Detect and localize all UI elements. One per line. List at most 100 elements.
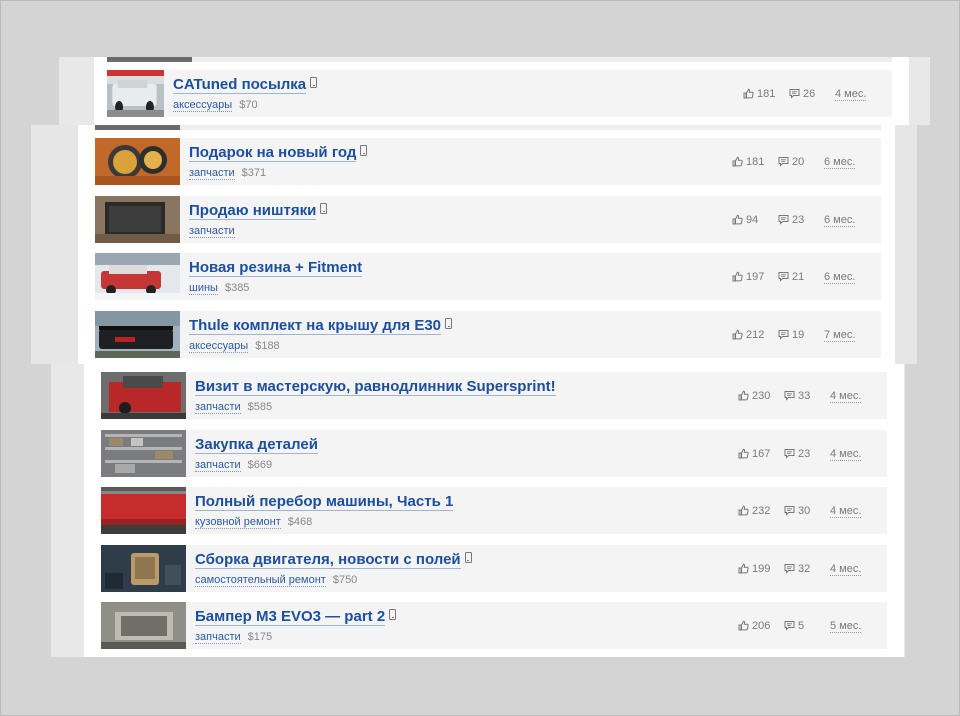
post-price: $468: [287, 516, 313, 528]
post-thumbnail[interactable]: [95, 138, 180, 185]
post-price: $750: [332, 574, 358, 586]
post-price: $188: [255, 340, 280, 352]
thumbs-up-icon: [738, 563, 749, 574]
thumbs-up-icon: [732, 329, 743, 340]
comment-icon: [784, 564, 795, 574]
post-category-link[interactable]: запчасти: [195, 631, 241, 644]
comments-count[interactable]: 21: [778, 271, 804, 283]
post-title-link[interactable]: Бампер M3 EVO3 — part 2: [195, 608, 386, 626]
list-item[interactable]: Визит в мастерскую, равнодлинник Supersp…: [101, 372, 887, 419]
post-title-link[interactable]: Сборка двигателя, новости с полей: [195, 551, 461, 569]
list-item[interactable]: Новая резина + Fitment шины $385 197 21 6 мес…: [95, 253, 881, 300]
phone-icon: [445, 318, 453, 329]
comments-count[interactable]: 26: [789, 88, 815, 100]
post-price: $585: [247, 401, 273, 413]
comments-count[interactable]: 32: [784, 563, 810, 575]
post-price: $175: [247, 631, 273, 643]
comments-value: 20: [792, 156, 805, 168]
post-title-link[interactable]: CATuned посылка: [173, 76, 307, 94]
post-category-link[interactable]: запчасти: [189, 225, 235, 238]
post-thumbnail[interactable]: [95, 253, 180, 300]
comments-value: 21: [792, 271, 805, 283]
post-thumbnail[interactable]: [101, 545, 186, 592]
comments-count[interactable]: 33: [784, 390, 810, 402]
list-item[interactable]: Продаю ништяки запчасти 94 23 6 мес.: [95, 196, 881, 243]
comment-icon: [789, 89, 800, 99]
likes-count[interactable]: 212: [732, 329, 764, 341]
likes-value: 230: [752, 390, 771, 402]
post-thumbnail[interactable]: [95, 196, 180, 243]
likes-count[interactable]: 206: [738, 620, 770, 632]
post-age[interactable]: 6 мес.: [824, 156, 856, 169]
post-title-link[interactable]: Полный перебор машины, Часть 1: [195, 493, 454, 511]
likes-count[interactable]: 199: [738, 563, 770, 575]
comment-icon: [778, 272, 789, 282]
comments-value: 33: [798, 390, 811, 402]
post-title-link[interactable]: Новая резина + Fitment: [189, 259, 363, 277]
likes-count[interactable]: 230: [738, 390, 770, 402]
post-category-link[interactable]: запчасти: [195, 401, 241, 414]
post-age[interactable]: 4 мес.: [835, 88, 867, 101]
post-age[interactable]: 4 мес.: [830, 505, 862, 518]
list-item[interactable]: Закупка деталей запчасти $669 167 23 4 мес.: [101, 430, 887, 477]
likes-value: 197: [746, 271, 765, 283]
post-age[interactable]: 5 мес.: [830, 620, 862, 633]
post-age[interactable]: 4 мес.: [830, 448, 862, 461]
post-category-link[interactable]: аксессуары: [189, 340, 249, 353]
list-item[interactable]: Подарок на новый год запчасти $371 181 20 6 м…: [95, 138, 881, 185]
comments-count[interactable]: 5: [784, 620, 804, 632]
likes-count[interactable]: 181: [743, 88, 775, 100]
post-age[interactable]: 4 мес.: [830, 563, 862, 576]
likes-count[interactable]: 232: [738, 505, 770, 517]
comment-icon: [778, 157, 789, 167]
post-thumbnail[interactable]: [107, 70, 164, 117]
post-price: $371: [241, 167, 267, 179]
post-category-link[interactable]: самостоятельный ремонт: [195, 574, 326, 587]
comments-count[interactable]: 19: [778, 329, 804, 341]
comments-count[interactable]: 30: [784, 505, 810, 517]
post-age[interactable]: 6 мес.: [824, 214, 856, 227]
likes-value: 181: [757, 88, 776, 100]
post-thumbnail[interactable]: [101, 430, 186, 477]
thumbs-up-icon: [738, 448, 749, 459]
post-thumbnail[interactable]: [101, 487, 186, 534]
thumbs-up-icon: [743, 88, 754, 99]
likes-count[interactable]: 94: [732, 214, 758, 226]
post-category-link[interactable]: аксессуары: [173, 99, 233, 112]
comments-count[interactable]: 20: [778, 156, 804, 168]
likes-count[interactable]: 167: [738, 448, 770, 460]
post-title-link[interactable]: Продаю ништяки: [189, 202, 317, 220]
likes-count[interactable]: 181: [732, 156, 764, 168]
comments-count[interactable]: 23: [778, 214, 804, 226]
post-category-link[interactable]: шины: [189, 282, 218, 295]
post-category-link[interactable]: запчасти: [195, 459, 241, 472]
list-item[interactable]: CATuned посылка аксессуары $70 181 26 4 мес.: [107, 70, 892, 117]
list-item-partial: [95, 125, 881, 130]
post-age[interactable]: 4 мес.: [830, 390, 862, 403]
post-thumbnail[interactable]: [101, 372, 186, 419]
comment-icon: [784, 506, 795, 516]
list-item[interactable]: Thule комплект на крышу для E30 аксессуар…: [95, 311, 881, 358]
post-category-link[interactable]: кузовной ремонт: [195, 516, 281, 529]
post-thumbnail[interactable]: [95, 311, 180, 358]
comment-icon: [784, 449, 795, 459]
post-age[interactable]: 7 мес.: [824, 329, 856, 342]
post-title-link[interactable]: Thule комплект на крышу для E30: [189, 317, 442, 335]
comment-icon: [784, 621, 795, 631]
list-item[interactable]: Сборка двигателя, новости с полей самосто…: [101, 545, 887, 592]
list-item[interactable]: Полный перебор машины, Часть 1 кузовной р…: [101, 487, 887, 534]
post-thumbnail[interactable]: [101, 602, 186, 649]
comments-value: 23: [792, 214, 805, 226]
likes-count[interactable]: 197: [732, 271, 764, 283]
likes-value: 199: [752, 563, 771, 575]
post-title-link[interactable]: Визит в мастерскую, равнодлинник Supersp…: [195, 378, 556, 396]
comments-count[interactable]: 23: [784, 448, 810, 460]
post-category-link[interactable]: запчасти: [189, 167, 235, 180]
list-item[interactable]: Бампер M3 EVO3 — part 2 запчасти $175 206 5 5…: [101, 602, 887, 649]
list-item-partial: [107, 57, 892, 62]
likes-value: 94: [746, 214, 759, 226]
post-title-link[interactable]: Подарок на новый год: [189, 144, 357, 162]
post-title-link[interactable]: Закупка деталей: [195, 436, 318, 454]
post-age[interactable]: 6 мес.: [824, 271, 856, 284]
phone-icon: [389, 609, 397, 620]
